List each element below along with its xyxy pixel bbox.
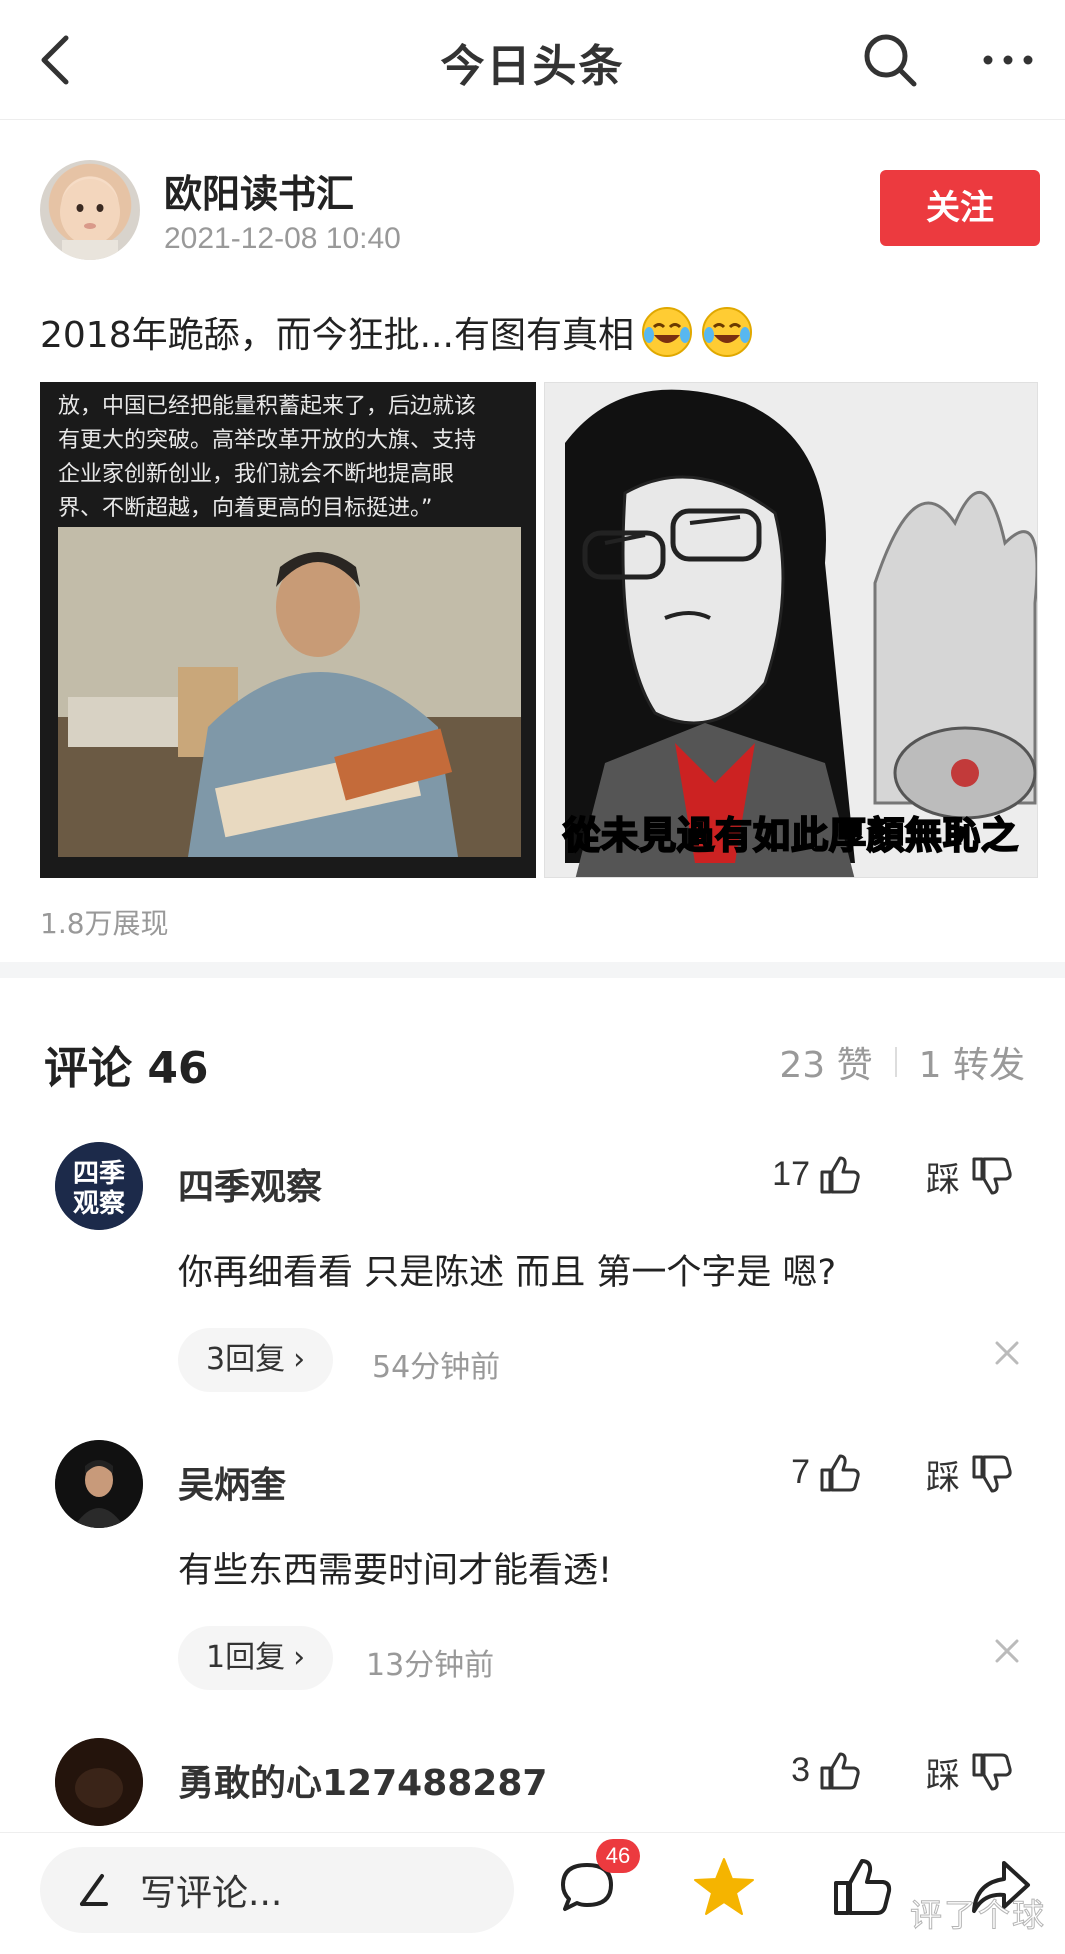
follow-button[interactable]: 关注 — [880, 170, 1040, 246]
view-count: 1.8万展现 — [40, 907, 169, 940]
commenter-name[interactable]: 吴炳奎 — [178, 1456, 286, 1508]
comment-item: 四季 观察 四季观察 17 踩 你再细看看 只是陈述 而且 第一个字是 嗯? 3… — [0, 1142, 1065, 1442]
post-text-content: 2018年跪舔，而今狂批...有图有真相 — [40, 315, 634, 356]
thumbs-up-icon — [820, 1156, 860, 1194]
comment-text: 你再细看看 只是陈述 而且 第一个字是 嗯? — [178, 1253, 837, 1293]
star-icon[interactable] — [692, 1855, 756, 1919]
close-icon[interactable] — [992, 1338, 1022, 1368]
thumbs-up-icon[interactable] — [830, 1855, 894, 1919]
post-text: 2018年跪舔，而今狂批...有图有真相 — [40, 305, 754, 359]
commenter-name[interactable]: 勇敢的心127488287 — [178, 1754, 547, 1806]
post-image-left[interactable]: 放，中国已经把能量积蓄起来了，后边就该 有更大的突破。高举改革开放的大旗、支持 … — [40, 382, 536, 878]
bottom-action-bar: 写评论... 46 — [0, 1832, 1065, 1954]
crying-laughing-emoji-icon — [640, 305, 694, 359]
comment-like-button[interactable]: 7 — [720, 1450, 862, 1494]
replies-button[interactable]: 1回复 › — [178, 1626, 334, 1690]
comment-time: 13分钟前 — [366, 1648, 495, 1683]
close-icon[interactable] — [992, 1636, 1022, 1666]
chevron-right-icon: › — [293, 1342, 306, 1377]
comment-like-button[interactable]: 3 — [720, 1748, 862, 1792]
commenter-avatar[interactable]: 四季 观察 — [55, 1142, 143, 1230]
comment-count-badge: 46 — [596, 1839, 640, 1873]
commenter-avatar[interactable] — [55, 1440, 143, 1528]
author-name[interactable]: 欧阳读书汇 — [164, 163, 354, 218]
commenter-avatar[interactable] — [55, 1738, 143, 1826]
author-avatar[interactable] — [40, 160, 140, 260]
comment-like-count: 7 — [791, 1452, 810, 1491]
comment-like-count: 3 — [791, 1750, 810, 1789]
dislike-label: 踩 — [926, 1160, 960, 1200]
meme-caption: 從未見過有如此厚顏無恥之 — [562, 813, 1019, 858]
dislike-label: 踩 — [926, 1458, 960, 1498]
thumbs-down-icon — [972, 1455, 1012, 1492]
comment-item: 勇敢的心127488287 3 踩 — [0, 1738, 1065, 1828]
avatar-text-bottom: 观察 — [73, 1189, 126, 1219]
comment-like-count: 17 — [772, 1154, 810, 1193]
comment-dislike-button[interactable]: 踩 — [926, 1450, 1014, 1499]
image-quote-text: 放，中国已经把能量积蓄起来了，后边就该 有更大的突破。高举改革开放的大旗、支持 … — [58, 394, 477, 521]
pen-icon — [80, 1874, 108, 1906]
watermark-text: 评了个球 — [909, 1896, 1047, 1935]
comment-dislike-button[interactable]: 踩 — [926, 1152, 1014, 1201]
more-icon[interactable] — [978, 40, 1038, 80]
likes-count[interactable]: 23 赞 — [779, 1036, 872, 1088]
post-image-right-meme[interactable]: 從未見過有如此厚顏無恥之 — [544, 382, 1038, 878]
replies-button[interactable]: 3回复 › — [178, 1328, 334, 1392]
dislike-label: 踩 — [926, 1756, 960, 1796]
chevron-right-icon: › — [293, 1640, 306, 1675]
commenter-name[interactable]: 四季观察 — [178, 1158, 322, 1210]
search-icon[interactable] — [860, 30, 920, 90]
stats-separator — [894, 1047, 897, 1077]
replies-count: 1回复 — [206, 1640, 286, 1675]
thumbs-up-icon — [820, 1454, 860, 1492]
comment-input[interactable]: 写评论... — [40, 1847, 514, 1933]
shares-count[interactable]: 1 转发 — [919, 1036, 1025, 1088]
comment-input-placeholder: 写评论... — [140, 1873, 283, 1914]
section-divider — [0, 962, 1065, 978]
comment-text: 有些东西需要时间才能看透! — [178, 1551, 613, 1591]
thumbs-down-icon — [972, 1753, 1012, 1790]
comment-item: 吴炳奎 7 踩 有些东西需要时间才能看透! 1回复 › 13分钟前 — [0, 1440, 1065, 1740]
comment-dislike-button[interactable]: 踩 — [926, 1748, 1014, 1797]
crying-laughing-emoji-icon — [700, 305, 754, 359]
avatar-text-top: 四季 — [73, 1159, 125, 1189]
archival-photo — [58, 527, 521, 857]
comment-time: 54分钟前 — [372, 1350, 501, 1385]
comments-title: 评论 46 — [44, 1043, 209, 1094]
top-nav-bar: 今日头条 — [0, 0, 1065, 120]
thumbs-up-icon — [820, 1752, 860, 1790]
replies-count: 3回复 — [206, 1342, 286, 1377]
comment-like-button[interactable]: 17 — [720, 1152, 862, 1196]
post-stats: 23 赞 1 转发 — [779, 1036, 1025, 1088]
post-timestamp: 2021-12-08 10:40 — [164, 222, 401, 255]
thumbs-down-icon — [972, 1157, 1012, 1194]
